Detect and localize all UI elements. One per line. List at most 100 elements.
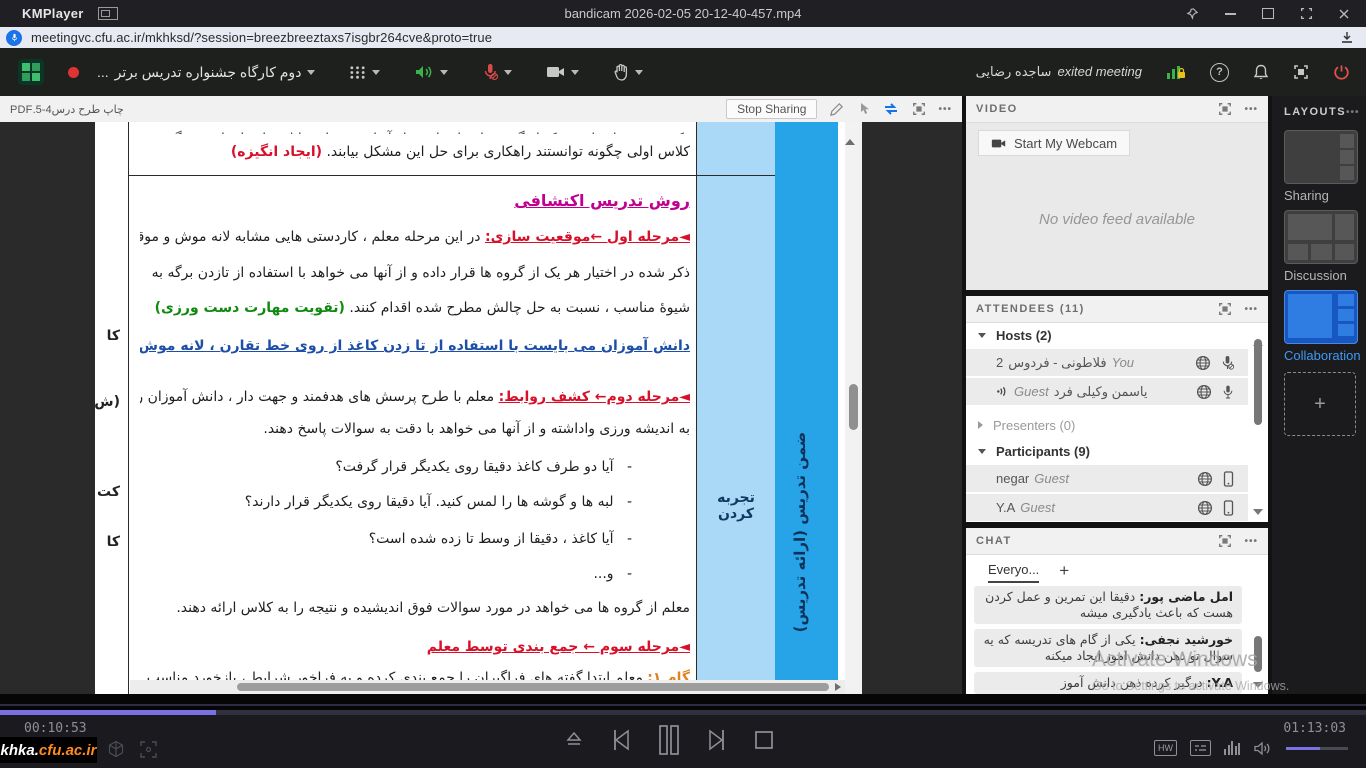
clipped-word: کت — [98, 484, 120, 500]
download-icon[interactable] — [1340, 31, 1354, 45]
attendees-scrollbar[interactable] — [1253, 325, 1264, 515]
eject-icon[interactable] — [562, 727, 586, 753]
speaker-button[interactable] — [414, 63, 448, 81]
fullscreen-icon[interactable] — [1218, 102, 1232, 116]
layouts-title: LAYOUTS — [1284, 106, 1346, 118]
scroll-down-arrow-icon[interactable] — [1253, 509, 1263, 515]
attendee-name: فلاطونی - فردوس — [1008, 355, 1106, 371]
pointer-icon[interactable] — [856, 102, 870, 117]
stop-icon[interactable] — [752, 727, 776, 753]
minimize-icon[interactable] — [1222, 6, 1238, 22]
attendee-name: negar — [996, 471, 1029, 486]
horizontal-scrollbar[interactable] — [130, 680, 845, 694]
fullscreen-icon[interactable] — [1298, 6, 1314, 22]
pdf-page: کا (ش کت کا تجربه کردن ضمن تدریس (ارائه … — [95, 122, 845, 694]
pod-options-icon[interactable] — [1244, 536, 1258, 547]
focus-capture-icon[interactable] — [139, 740, 158, 759]
notifications-bell-icon[interactable] — [1253, 64, 1269, 81]
help-icon[interactable] — [1210, 63, 1229, 82]
close-icon[interactable] — [1336, 6, 1352, 22]
seek-bar[interactable] — [0, 710, 1366, 715]
raise-hand-icon — [613, 63, 629, 81]
adobe-connect-logo[interactable] — [18, 59, 44, 85]
document-text: ذکر شده در اختیار هر یک از گروه ها قرار … — [140, 122, 690, 694]
pod-options-icon[interactable] — [1244, 304, 1258, 315]
menu-grid-button[interactable] — [349, 64, 380, 81]
layouts-options-icon[interactable] — [1346, 107, 1360, 118]
attendee-row-host-1[interactable]: 2 فلاطونی - فردوس You — [966, 349, 1248, 376]
fullscreen-icon[interactable] — [1293, 64, 1309, 80]
meeting-title-ellipsis: ... — [97, 64, 109, 80]
next-icon[interactable] — [704, 726, 730, 754]
connect-toolbar: ... دوم کارگاه جشنواره تدریس برتر ساجده … — [0, 48, 1366, 96]
connection-status-icon[interactable] — [1166, 64, 1186, 80]
dock-window-icon[interactable] — [98, 7, 118, 20]
volume-slider[interactable] — [1286, 747, 1348, 750]
mic-icon — [1222, 384, 1234, 400]
camera-icon — [546, 65, 565, 79]
pause-icon[interactable] — [656, 724, 682, 756]
doc-bullet: - آیا دو طرف کاغذ دقیقا روی یکدیگر قرار … — [140, 447, 690, 484]
scrollbar-thumb[interactable] — [1254, 339, 1262, 425]
attendee-tag: Guest — [1014, 384, 1049, 399]
fullscreen-icon[interactable] — [912, 102, 926, 116]
doc-line: معلم از گروه ها می خواهد در مورد سوالات … — [140, 591, 690, 626]
scroll-right-arrow-icon[interactable] — [835, 683, 841, 691]
chat-sender: Y.A: — [1207, 675, 1233, 690]
seek-bar-fill — [0, 710, 216, 715]
meeting-title-menu[interactable]: ... دوم کارگاه جشنواره تدریس برتر — [97, 64, 315, 81]
add-layout-button[interactable]: + — [1284, 372, 1356, 436]
layout-discussion-thumbnail[interactable] — [1284, 210, 1358, 264]
scrollbar-thumb[interactable] — [1254, 636, 1262, 672]
chat-tab-everyone[interactable]: Everyo... — [988, 562, 1039, 583]
draw-pencil-icon[interactable] — [829, 102, 844, 117]
document-area: کا (ش کت کا تجربه کردن ضمن تدریس (ارائه … — [0, 122, 962, 694]
participants-section-header[interactable]: Participants (9) — [966, 439, 1268, 463]
add-chat-tab-button[interactable]: + — [1059, 561, 1069, 583]
layout-collaboration-thumbnail[interactable] — [1284, 290, 1358, 344]
end-meeting-power-icon[interactable] — [1333, 64, 1350, 81]
chat-scrollbar[interactable] — [1253, 586, 1264, 694]
previous-icon[interactable] — [608, 726, 634, 754]
start-webcam-button[interactable]: Start My Webcam — [978, 130, 1130, 156]
volume-speaker-icon[interactable] — [1253, 741, 1271, 756]
equalizer-icon[interactable] — [1224, 741, 1240, 755]
attendee-name: Y.A — [996, 500, 1015, 515]
pin-icon[interactable] — [1184, 6, 1200, 22]
raise-hand-button[interactable] — [613, 63, 643, 81]
scrollbar-thumb[interactable] — [849, 384, 858, 430]
presenters-section-header[interactable]: Presenters (0) — [966, 413, 1268, 437]
hw-decode-icon[interactable]: HW — [1154, 740, 1177, 756]
layout-label[interactable]: Sharing — [1284, 188, 1364, 203]
chat-messages: امل ماضی پور: دقیقا این تمرین و عمل کردن… — [974, 586, 1242, 694]
pod-options-icon[interactable] — [1244, 104, 1258, 115]
layout-label[interactable]: Discussion — [1284, 268, 1364, 283]
3d-video-icon[interactable] — [107, 740, 125, 759]
microphone-button[interactable] — [482, 63, 512, 82]
table-border — [128, 122, 129, 694]
scroll-up-arrow-icon[interactable] — [845, 122, 855, 145]
layouts-panel: LAYOUTS Sharing Discussion Collabor — [1272, 96, 1366, 710]
maximize-icon[interactable] — [1260, 6, 1276, 22]
attendee-row-participant-2[interactable]: Y.A Guest — [966, 494, 1248, 521]
scrollbar-thumb[interactable] — [237, 683, 829, 691]
chevron-down-icon — [571, 70, 579, 75]
phone-icon — [1223, 471, 1234, 487]
doc-line: کلاس اولی چگونه توانستند راهکاری برای حل… — [140, 134, 690, 170]
webcam-button[interactable] — [546, 65, 579, 79]
url-text[interactable]: meetingvc.cfu.ac.ir/mkhksd/?session=bree… — [31, 30, 492, 45]
attendee-row-host-2[interactable]: Guest یاسمن وکیلی فرد — [966, 378, 1248, 405]
fullscreen-icon[interactable] — [1218, 302, 1232, 316]
subtitle-icon[interactable] — [1190, 740, 1211, 756]
attendee-row-participant-1[interactable]: negar Guest — [966, 465, 1248, 492]
pod-options-icon[interactable] — [938, 104, 952, 115]
hosts-section-header[interactable]: Hosts (2) — [966, 323, 1268, 347]
doc-line: شیوهٔ مناسب ، نسبت به حل چالش مطرح شده ا… — [140, 291, 690, 326]
fullscreen-icon[interactable] — [1218, 534, 1232, 548]
layout-label-active[interactable]: Collaboration — [1284, 348, 1364, 363]
sync-icon[interactable] — [882, 102, 900, 116]
layout-sharing-thumbnail[interactable] — [1284, 130, 1358, 184]
stop-sharing-button[interactable]: Stop Sharing — [726, 99, 817, 119]
scroll-down-arrow-icon[interactable] — [1253, 682, 1263, 688]
vertical-scrollbar[interactable] — [845, 122, 862, 694]
